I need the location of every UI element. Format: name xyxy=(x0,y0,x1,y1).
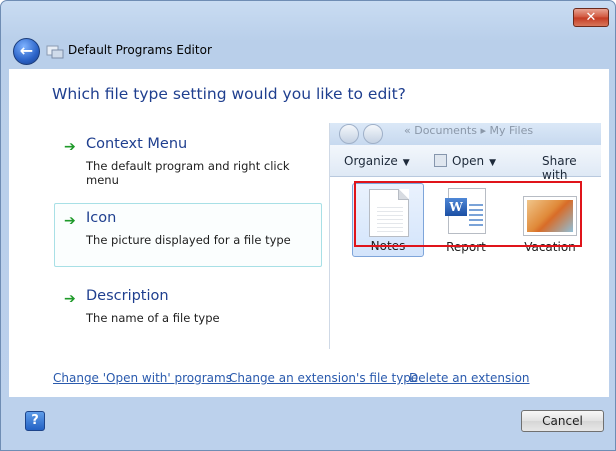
option-description: The default program and right click menu xyxy=(86,159,290,187)
preview-toolbar: Organize ▼ Open ▼ Share with xyxy=(330,145,601,182)
change-open-with-link[interactable]: Change 'Open with' programs xyxy=(53,371,232,385)
open-menu: Open ▼ xyxy=(434,154,496,168)
content-panel: Which file type setting would you like t… xyxy=(9,69,609,397)
open-label: Open xyxy=(452,154,485,168)
back-icon xyxy=(339,124,359,144)
option-title: Icon xyxy=(86,210,117,226)
header-bar: ← Default Programs Editor xyxy=(9,33,609,69)
option-description: The picture displayed for a file type xyxy=(86,233,291,247)
green-arrow-icon: ➔ xyxy=(64,139,76,155)
share-menu: Share with xyxy=(542,154,601,182)
preview-address: « Documents ▸ My Files xyxy=(404,124,534,137)
green-arrow-icon: ➔ xyxy=(64,291,76,307)
icon-highlight-box xyxy=(354,181,582,247)
delete-extension-link[interactable]: Delete an extension xyxy=(409,371,530,385)
back-button[interactable]: ← xyxy=(13,38,40,65)
option-context-menu[interactable]: ➔ Context Menu The default program and r… xyxy=(54,129,322,193)
share-label: Share with xyxy=(542,154,577,182)
open-icon xyxy=(434,154,447,167)
app-icon xyxy=(46,45,64,59)
green-arrow-icon: ➔ xyxy=(64,213,76,229)
footer-bar: ? Cancel xyxy=(9,397,609,447)
back-arrow-icon: ← xyxy=(19,41,34,60)
chevron-down-icon: ▼ xyxy=(489,158,496,168)
option-description[interactable]: ➔ Description The name of a file type xyxy=(54,281,322,345)
organize-label: Organize xyxy=(344,154,398,168)
dialog-window: ✕ ← Default Programs Editor Which file t… xyxy=(0,0,616,451)
option-title: Context Menu xyxy=(86,136,188,152)
help-button[interactable]: ? xyxy=(25,411,45,431)
page-heading: Which file type setting would you like t… xyxy=(52,85,406,103)
option-title: Description xyxy=(86,288,169,304)
preview-titlebar: « Documents ▸ My Files xyxy=(330,123,601,145)
option-description-text: The name of a file type xyxy=(86,311,220,325)
forward-icon xyxy=(363,124,383,144)
chevron-down-icon: ▼ xyxy=(402,158,410,168)
cancel-button[interactable]: Cancel xyxy=(521,410,604,432)
option-icon[interactable]: ➔ Icon The picture displayed for a file … xyxy=(54,203,322,267)
close-button[interactable]: ✕ xyxy=(573,8,609,27)
organize-menu: Organize ▼ xyxy=(344,154,410,168)
explorer-preview-image: « Documents ▸ My Files Organize ▼ Open ▼ S… xyxy=(329,123,601,349)
window-title: Default Programs Editor xyxy=(68,43,212,57)
change-file-type-link[interactable]: Change an extension's file type xyxy=(229,371,418,385)
